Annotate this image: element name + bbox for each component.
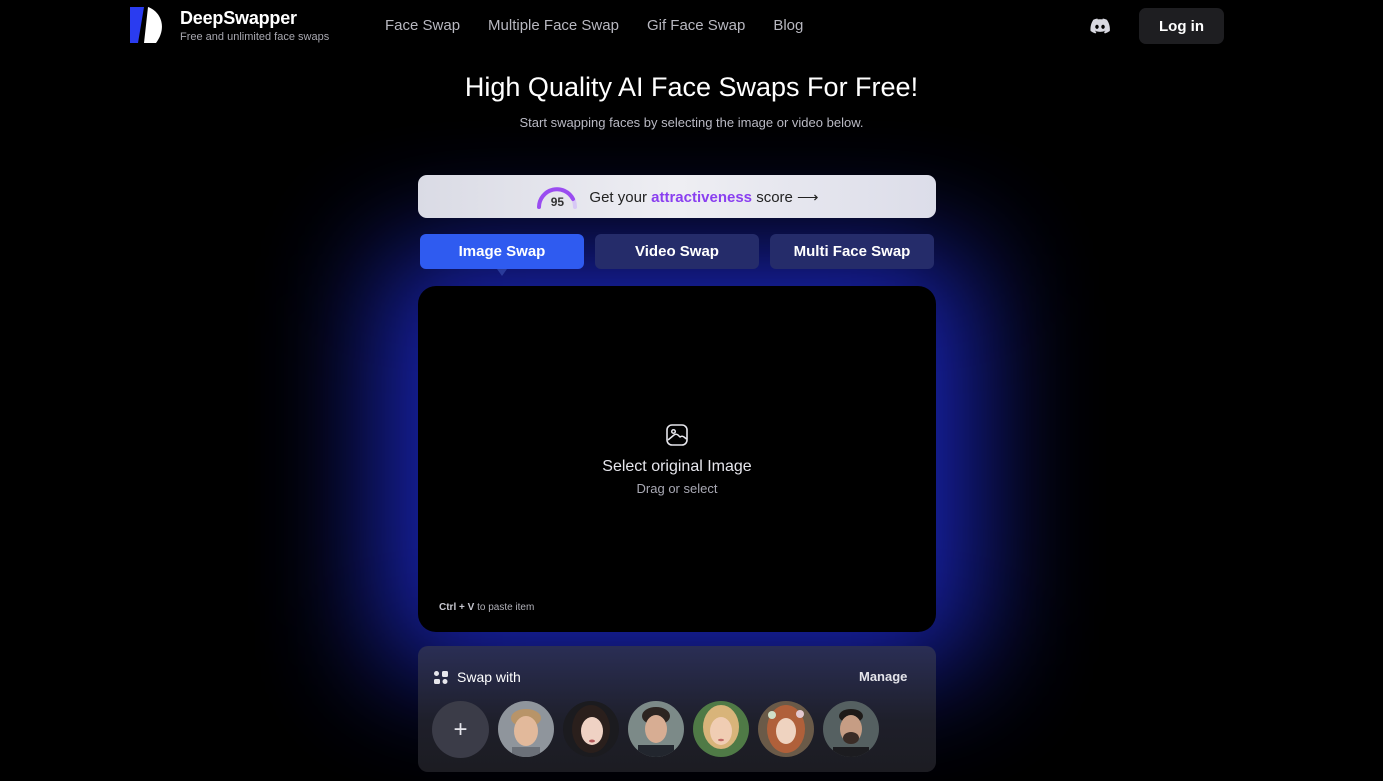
nav-blog[interactable]: Blog	[773, 17, 803, 34]
page-title: High Quality AI Face Swaps For Free!	[464, 72, 919, 102]
banner-text-before: Get your	[589, 188, 652, 206]
tab-multi-face-swap[interactable]: Multi Face Swap	[770, 234, 934, 269]
tab-video-swap[interactable]: Video Swap	[595, 234, 759, 269]
brand-name[interactable]: DeepSwapper	[180, 8, 297, 29]
brand-tagline: Free and unlimited face swaps	[180, 31, 330, 43]
nav-face-swap[interactable]: Face Swap	[385, 17, 460, 34]
nav-multiple-face-swap[interactable]: Multiple Face Swap	[488, 17, 619, 34]
swap-with-panel: Swap with Manage +	[418, 646, 936, 772]
attractiveness-banner[interactable]: 95 Get your attractiveness score ⟶	[418, 175, 936, 218]
dropzone-subtitle: Drag or select	[636, 481, 718, 496]
page-subtitle: Start swapping faces by selecting the im…	[519, 115, 864, 130]
nav-gif-face-swap[interactable]: Gif Face Swap	[647, 17, 745, 34]
login-button[interactable]: Log in	[1139, 8, 1224, 44]
image-icon	[666, 424, 688, 446]
paste-text: to paste item	[474, 602, 535, 613]
face-avatar[interactable]	[758, 701, 814, 757]
face-avatar[interactable]	[563, 701, 619, 757]
score-gauge-icon: 95	[535, 183, 579, 211]
banner-highlight: attractiveness	[651, 188, 753, 206]
discord-icon[interactable]	[1089, 15, 1111, 37]
add-face-button[interactable]: +	[432, 701, 489, 758]
face-avatar[interactable]	[628, 701, 684, 757]
manage-button[interactable]: Manage	[859, 669, 907, 684]
face-list: +	[432, 701, 879, 758]
banner-text-after: score ⟶	[752, 188, 819, 206]
face-avatar[interactable]	[693, 701, 749, 757]
swap-type-tabs: Image Swap Video Swap Multi Face Swap	[420, 234, 934, 276]
face-avatar[interactable]	[498, 701, 554, 757]
tab-image-swap[interactable]: Image Swap	[420, 234, 584, 276]
paste-hint: Ctrl + V to paste item	[439, 602, 534, 613]
gauge-score: 95	[550, 194, 565, 209]
main-nav: Face Swap Multiple Face Swap Gif Face Sw…	[385, 17, 803, 34]
banner-text: Get your attractiveness score ⟶	[589, 188, 818, 206]
swap-with-label: Swap with	[457, 669, 521, 685]
face-avatar[interactable]	[823, 701, 879, 757]
paste-keys: Ctrl + V	[439, 602, 475, 613]
swap-faces-icon	[434, 671, 448, 684]
image-dropzone[interactable]: Select original Image Drag or select Ctr…	[418, 286, 936, 632]
dropzone-title: Select original Image	[602, 458, 752, 475]
deepswapper-logo[interactable]	[130, 7, 166, 43]
